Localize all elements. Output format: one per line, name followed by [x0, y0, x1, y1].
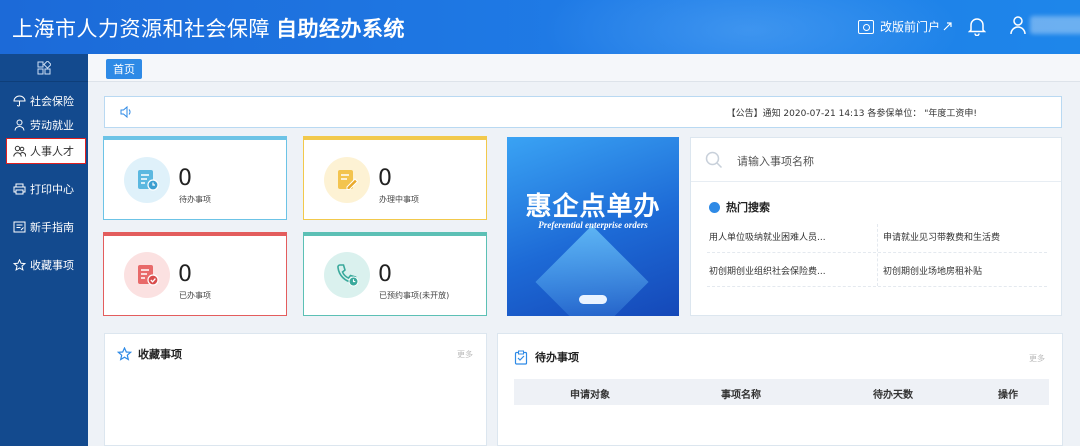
- sidebar-item-label: 劳动就业: [30, 119, 74, 132]
- sidebar-item-print-center[interactable]: 打印中心: [0, 180, 88, 198]
- favorites-title: 收藏事项: [138, 348, 182, 361]
- clipboard-icon: [514, 350, 528, 365]
- hot-search-item[interactable]: 初创期创业组织社会保险费...: [709, 264, 826, 277]
- reserved-circle: [324, 252, 370, 298]
- stat-card-reserved[interactable]: 0 已预约事项(未开放): [303, 232, 487, 316]
- completed-label: 已办事项: [179, 291, 211, 300]
- header-bar: 上海市人力资源和社会保障 自助经办系统 改版前门户: [0, 0, 1080, 54]
- search-placeholder: 请输入事项名称: [737, 155, 814, 168]
- printer-icon: [13, 183, 26, 195]
- hot-search-item[interactable]: 初创期创业场地房租补贴: [883, 264, 982, 277]
- hot-search-item[interactable]: 申请就业见习带教费和生活费: [883, 230, 1000, 243]
- reserved-label: 已预约事项(未开放): [379, 291, 450, 300]
- sidebar-item-beginner-guide[interactable]: 新手指南: [0, 218, 88, 236]
- reserved-count: 0: [378, 262, 392, 287]
- banner-subtitle: Preferential enterprise orders: [538, 220, 648, 230]
- hot-search-icon: [709, 201, 720, 213]
- document-clock-icon: [138, 170, 159, 191]
- favorites-heading: 收藏事项: [117, 346, 182, 362]
- umbrella-icon: [13, 95, 26, 107]
- tab-bar: 首页: [88, 54, 1080, 82]
- hot-search-divider: [707, 286, 1047, 287]
- hot-search-column-divider: [877, 224, 878, 286]
- in-progress-circle: [324, 157, 370, 203]
- pending-count: 0: [178, 166, 192, 191]
- hot-search-item[interactable]: 用人单位吸纳就业困难人员...: [709, 230, 826, 243]
- old-portal-label: 改版前门户: [880, 20, 941, 34]
- notice-text[interactable]: 【公告】通知 2020-07-21 14:13 各参保单位： "年度工资申!: [727, 106, 977, 119]
- app-title-sub: 自助经办系统: [276, 17, 405, 41]
- pending-label: 待办事项: [179, 195, 211, 204]
- search-icon: [705, 151, 723, 169]
- app-title-main: 上海市人力资源和社会保障: [12, 17, 270, 41]
- todo-heading: 待办事项: [514, 349, 579, 365]
- todo-table-header: 申请对象 事项名称 待办天数 操作: [514, 379, 1049, 405]
- column-header-applicant: 申请对象: [570, 390, 610, 401]
- promo-banner[interactable]: 惠企点单办 Preferential enterprise orders: [507, 137, 679, 316]
- bell-icon: [968, 18, 986, 36]
- column-header-pending-days: 待办天数: [873, 390, 913, 401]
- sidebar-item-label: 新手指南: [30, 221, 74, 234]
- old-portal-link[interactable]: 改版前门户: [858, 18, 952, 35]
- todo-panel: 待办事项 更多 申请对象 事项名称 待办天数 操作: [497, 333, 1063, 446]
- star-icon: [13, 259, 26, 271]
- sidebar: 社会保险 劳动就业 人事人才 打印中心 新手指南 收藏事项: [0, 54, 88, 446]
- in-progress-count: 0: [378, 166, 392, 191]
- notification-button[interactable]: [968, 16, 986, 36]
- guide-icon: [13, 221, 26, 233]
- hot-search-title: 热门搜索: [726, 201, 770, 214]
- pending-circle: [124, 157, 170, 203]
- grid-menu-icon: [37, 60, 51, 74]
- banner-button[interactable]: [579, 295, 607, 304]
- hot-search-heading: 热门搜索: [709, 199, 770, 215]
- user-menu[interactable]: [1010, 15, 1080, 35]
- stat-card-in-progress[interactable]: 0 办理中事项: [303, 136, 487, 220]
- column-header-action: 操作: [998, 390, 1018, 401]
- sidebar-item-label: 打印中心: [30, 183, 74, 196]
- completed-count: 0: [178, 262, 192, 287]
- banner-title: 惠企点单办: [525, 192, 661, 222]
- user-name-redacted: [1030, 16, 1080, 34]
- document-check-icon: [138, 265, 159, 286]
- todo-more-link[interactable]: 更多: [1029, 353, 1045, 364]
- people-icon: [13, 145, 26, 157]
- stat-card-completed[interactable]: 0 已办事项: [103, 232, 287, 316]
- favorites-more-link[interactable]: 更多: [457, 349, 473, 360]
- monitor-icon: [858, 19, 874, 34]
- search-input[interactable]: 请输入事项名称: [691, 138, 1061, 182]
- todo-title: 待办事项: [535, 351, 579, 364]
- favorites-panel: 收藏事项 更多: [104, 333, 487, 446]
- person-icon: [14, 119, 25, 131]
- sidebar-item-employment[interactable]: 劳动就业: [0, 116, 88, 134]
- star-icon: [117, 347, 132, 361]
- sidebar-item-label: 社会保险: [30, 95, 74, 108]
- tab-home[interactable]: 首页: [106, 59, 142, 79]
- phone-clock-icon: [337, 264, 359, 287]
- sidebar-item-personnel[interactable]: 人事人才: [7, 139, 95, 162]
- stat-card-pending[interactable]: 0 待办事项: [103, 136, 287, 220]
- sidebar-item-favorites[interactable]: 收藏事项: [0, 256, 88, 274]
- app-title: 上海市人力资源和社会保障 自助经办系统: [12, 13, 405, 43]
- search-panel: 请输入事项名称 热门搜索 用人单位吸纳就业困难人员... 申请就业见习带教费和生…: [690, 137, 1062, 316]
- sidebar-item-social-insurance[interactable]: 社会保险: [0, 92, 88, 110]
- speaker-icon: [120, 105, 131, 119]
- column-header-item-name: 事项名称: [721, 390, 761, 401]
- link-icon: [943, 22, 952, 31]
- sidebar-toggle[interactable]: [0, 54, 88, 82]
- in-progress-label: 办理中事项: [379, 195, 419, 204]
- notice-bar: 【公告】通知 2020-07-21 14:13 各参保单位： "年度工资申!: [104, 96, 1062, 128]
- completed-circle: [124, 252, 170, 298]
- sidebar-item-personnel-highlight: 人事人才: [6, 138, 86, 164]
- document-edit-icon: [338, 170, 359, 190]
- sidebar-item-label: 收藏事项: [30, 259, 74, 272]
- sidebar-item-label: 人事人才: [30, 144, 74, 158]
- user-icon: [1010, 16, 1026, 35]
